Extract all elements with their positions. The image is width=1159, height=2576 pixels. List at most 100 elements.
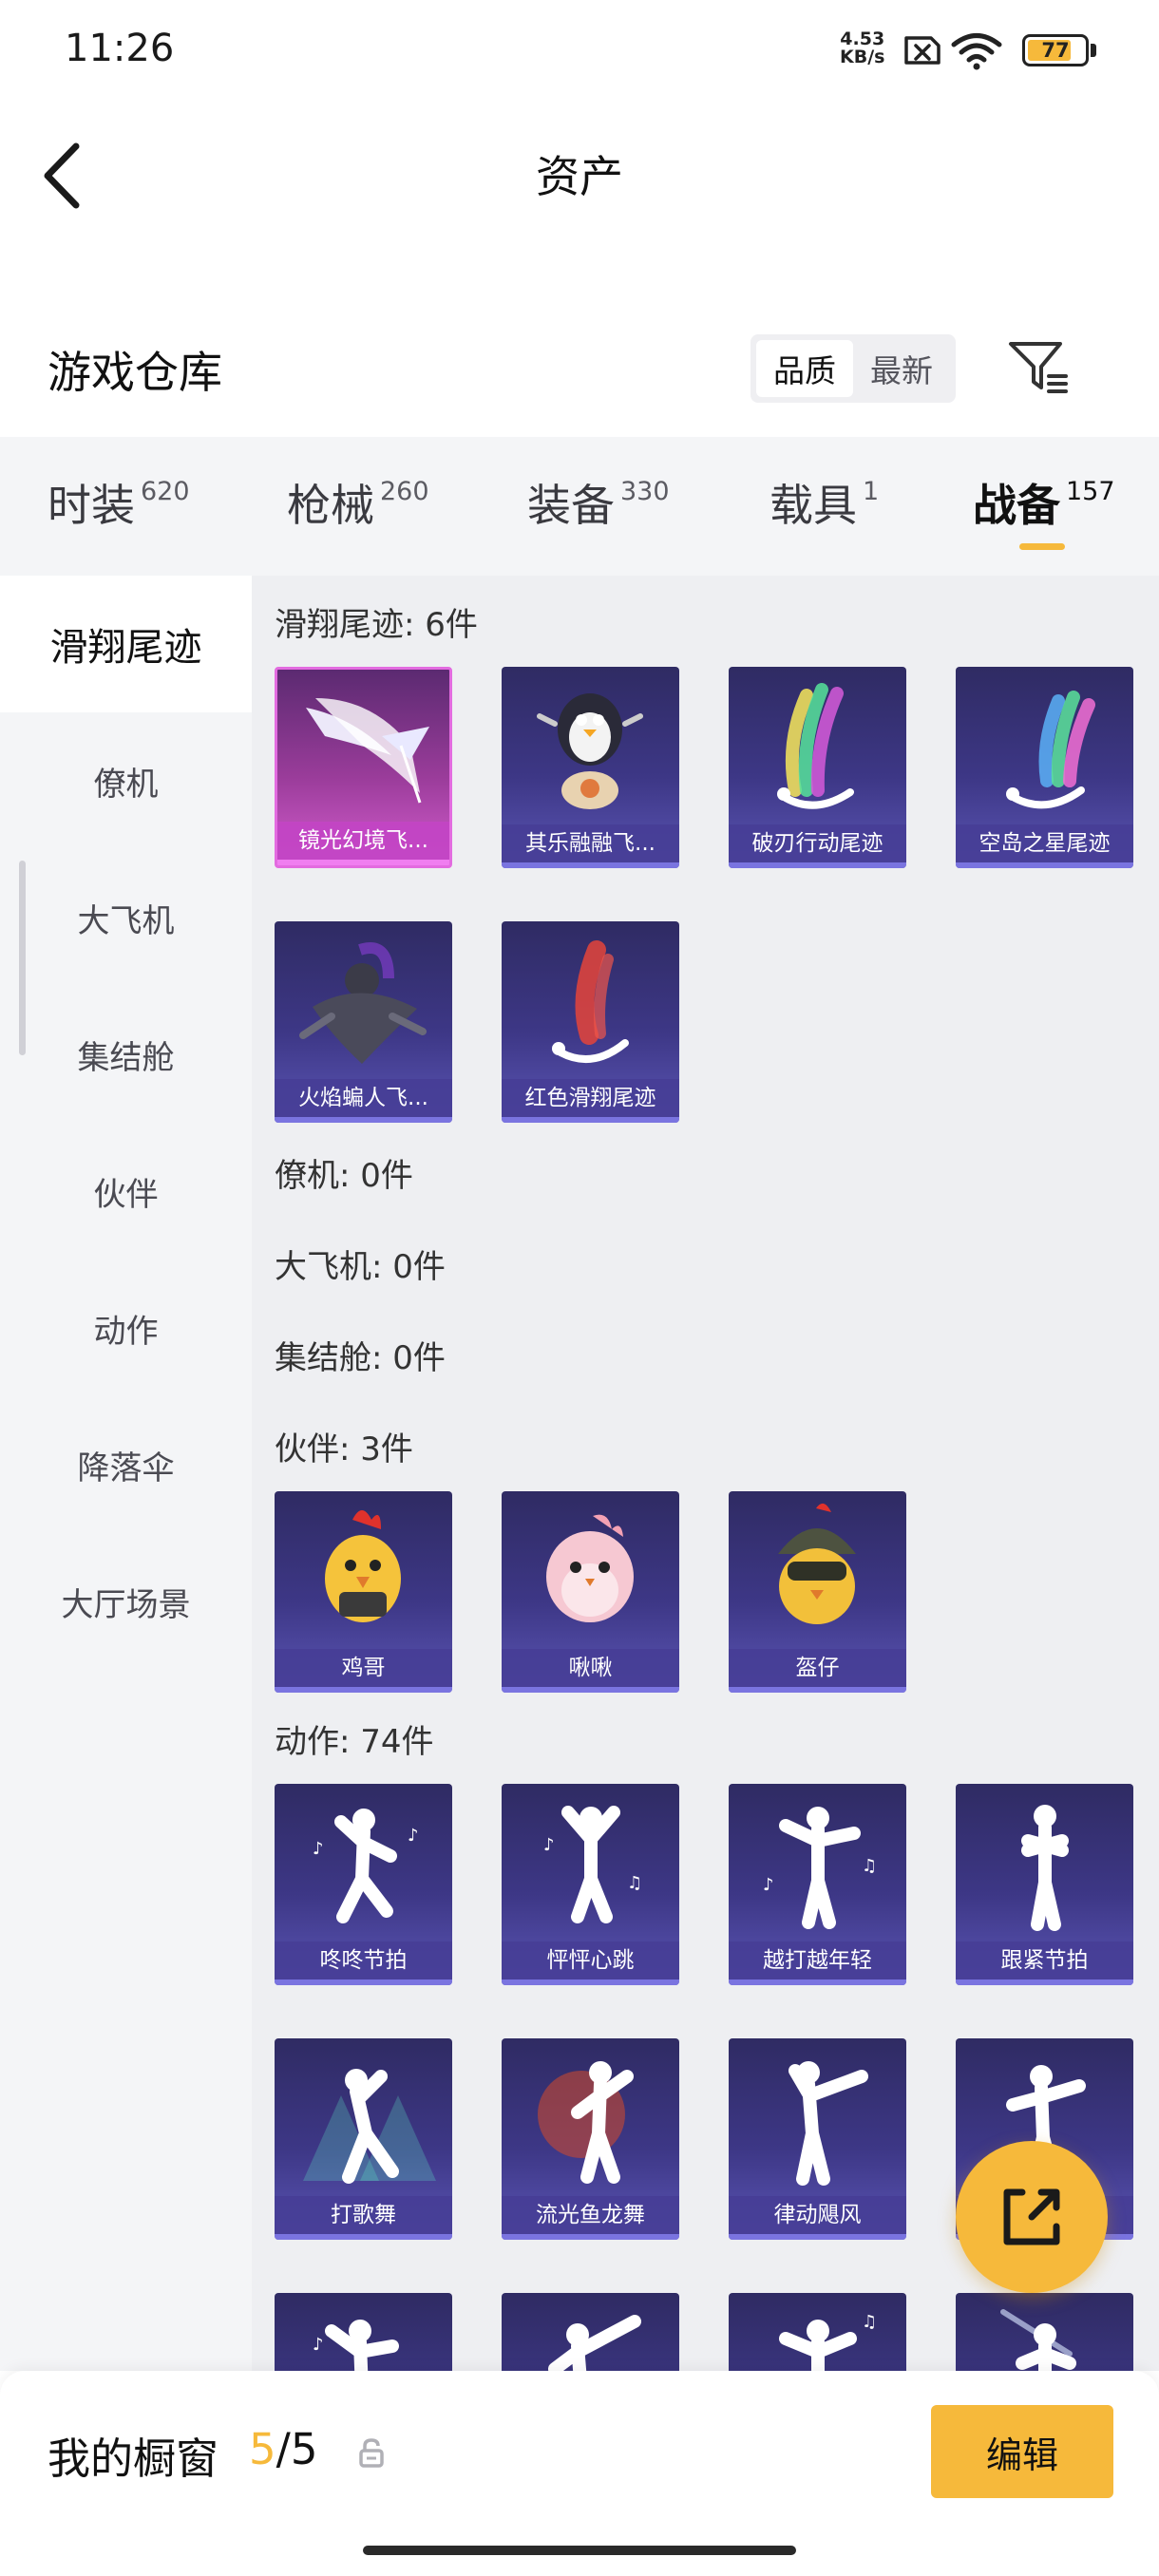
item-card[interactable]: 跟紧节拍 [956,1784,1133,1985]
sort-option-quality[interactable]: 品质 [756,340,853,397]
sidebar-item-lobby-scene[interactable]: 大厅场景 [0,1533,252,1670]
sort-toggle: 品质 最新 [750,334,956,403]
dance-pose-icon [1021,1805,1069,1931]
item-card-label: 镜光幻境飞... [277,822,449,860]
item-card[interactable]: 其乐融融飞... [502,667,679,868]
filter-icon[interactable] [1007,338,1070,397]
sidebar: 滑翔尾迹 僚机 大飞机 集结舱 伙伴 动作 降落伞 大厅场景 [0,576,252,2371]
sidebar-item-emote[interactable]: 动作 [0,1260,252,1396]
section-title-glide-trail: 滑翔尾迹: 6件 [275,606,478,644]
dance-pose-icon: ♪♫ [763,1807,877,1929]
item-card[interactable]: 镜光幻境飞... [275,667,452,868]
item-card-label: 火焰蝙人飞... [275,1079,452,1117]
rainbow-smoke-trail-icon [777,683,854,809]
item-card[interactable]: 流光鱼龙舞 [502,2038,679,2240]
section-title-assembly-pod: 集结舱: 0件 [275,1339,446,1377]
item-card[interactable]: ♪ ♫ 怦怦心跳 [502,1784,679,1985]
item-card[interactable]: ♪ ♪ 咚咚节拍 [275,1784,452,1985]
pink-bird-icon [546,1514,634,1622]
chicken-icon [325,1510,401,1622]
sidebar-item-wingman[interactable]: 僚机 [0,712,252,849]
item-card[interactable] [502,2293,679,2371]
home-indicator[interactable] [363,2546,796,2555]
item-card-label: 其乐融融飞... [502,824,679,862]
bat-character-icon [299,942,427,1064]
tab-count: 260 [380,477,429,506]
section-title-wingman: 僚机: 0件 [275,1157,413,1195]
item-card-label: 怦怦心跳 [502,1941,679,1979]
wings-icon [306,698,429,804]
item-card-label: 啾啾 [502,1649,679,1687]
svg-text:♪: ♪ [543,1835,555,1855]
tab-equipment[interactable]: 装备 330 [527,471,670,534]
item-card-label: 律动飓风 [729,2196,906,2234]
tab-firearms[interactable]: 枪械 260 [287,471,429,534]
svg-text:♪: ♪ [408,1826,419,1846]
tab-vehicles[interactable]: 载具 1 [770,471,879,534]
showcase-count: 5/5 [249,2424,317,2474]
item-card[interactable]: 打歌舞 [275,2038,452,2240]
dance-pose-icon: ♪ [313,2320,399,2371]
warehouse-title: 游戏仓库 [48,347,222,398]
page-title: 资产 [536,151,623,202]
item-card[interactable] [956,2293,1133,2371]
item-card[interactable]: 啾啾 [502,1491,679,1693]
tab-fashion[interactable]: 时装 620 [48,471,190,534]
tab-label: 战备 [973,480,1060,531]
item-card[interactable]: 盔仔 [729,1491,906,1693]
tab-count: 1 [863,477,880,506]
sidebar-item-parachute[interactable]: 降落伞 [0,1396,252,1533]
network-speed: 4.53 KB/s [840,30,884,66]
lock-icon [359,2438,384,2468]
svg-text:♪: ♪ [763,1875,774,1895]
item-card[interactable]: ♪ ♫ 越打越年轻 [729,1784,906,1985]
status-time: 11:26 [65,27,175,70]
dance-pose-icon [548,2315,641,2371]
no-sim-icon [904,36,940,65]
item-card[interactable]: 破刃行动尾迹 [729,667,906,868]
wifi-icon [951,33,1002,70]
showcase-title: 我的橱窗 [48,2434,219,2484]
sidebar-item-big-plane[interactable]: 大飞机 [0,849,252,986]
edit-button[interactable]: 编辑 [931,2405,1113,2498]
sidebar-item-companion[interactable]: 伙伴 [0,1123,252,1260]
item-card-label: 盔仔 [729,1649,906,1687]
svg-text:♪: ♪ [313,1839,324,1859]
sort-option-newest[interactable]: 最新 [853,340,950,397]
dance-pose-icon: ♪♫ [543,1806,642,1923]
item-card-label: 破刃行动尾迹 [729,824,906,862]
section-title-companion: 伙伴: 3件 [275,1430,413,1468]
section-title-big-plane: 大飞机: 0件 [275,1248,446,1286]
dance-pose-icon [1000,2309,1076,2371]
item-card-label: 跟紧节拍 [956,1941,1133,1979]
item-card[interactable]: 空岛之星尾迹 [956,667,1133,868]
tab-count: 157 [1066,477,1115,506]
showcase-bar: 我的橱窗 5/5 编辑 [0,2371,1159,2576]
dance-pose-icon: ♪♪ [313,1809,419,1923]
item-card[interactable]: 红色滑翔尾迹 [502,921,679,1123]
item-card[interactable]: ♫ [729,2293,906,2371]
battery-icon: 77 [1022,34,1089,66]
item-grid-area: 滑翔尾迹: 6件 镜光幻境飞... 其乐融融飞... 破刃行动尾迹 空岛之星尾迹… [252,576,1159,2371]
sidebar-item-glide-trail[interactable]: 滑翔尾迹 [0,576,252,712]
item-card[interactable]: 鸡哥 [275,1491,452,1693]
item-card-label: 越打越年轻 [729,1941,906,1979]
battery-percent: 77 [1041,39,1070,62]
showcase-count-total: 5 [290,2424,318,2474]
sidebar-item-assembly-pod[interactable]: 集结舱 [0,986,252,1123]
item-card-label: 咚咚节拍 [275,1941,452,1979]
tab-count: 620 [141,477,190,506]
item-card[interactable]: 火焰蝙人飞... [275,921,452,1123]
svg-text:♫: ♫ [862,2312,877,2332]
share-button[interactable] [956,2141,1108,2293]
dance-pose-icon [538,2061,634,2184]
rainbow-smoke-trail-icon [1006,691,1095,809]
item-card-label: 红色滑翔尾迹 [502,1079,679,1117]
item-card-label: 空岛之星尾迹 [956,824,1133,862]
item-card-label: 打歌舞 [275,2196,452,2234]
sidebar-scrollbar[interactable] [19,861,26,1055]
svg-text:♫: ♫ [627,1873,642,1893]
tab-combat-gear[interactable]: 战备 157 [973,471,1115,534]
item-card[interactable]: ♪ [275,2293,452,2371]
item-card[interactable]: 律动飓风 [729,2038,906,2240]
